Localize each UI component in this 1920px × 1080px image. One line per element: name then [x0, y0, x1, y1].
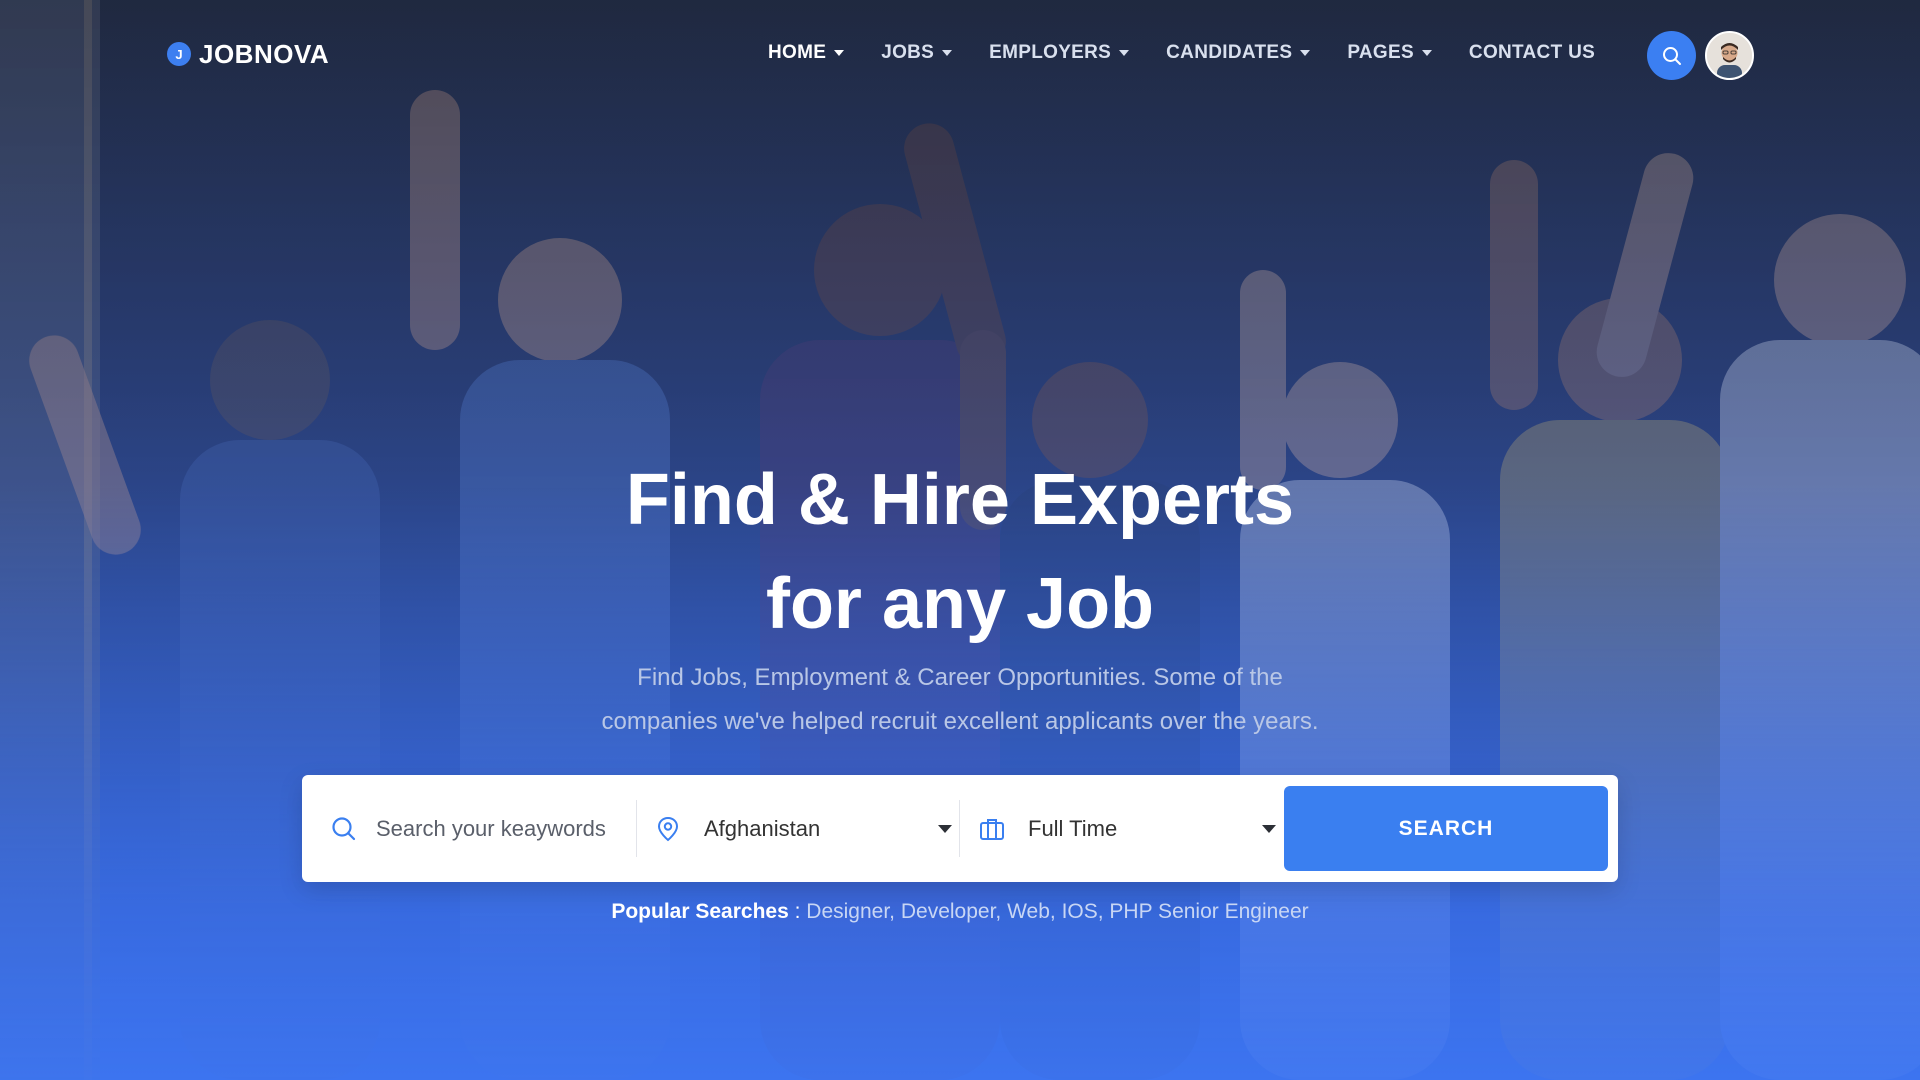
- user-avatar[interactable]: [1705, 31, 1754, 80]
- chevron-down-icon: [1300, 50, 1311, 56]
- nav-item-label: CONTACT US: [1468, 42, 1596, 63]
- popular-tag-developer[interactable]: Developer: [901, 900, 996, 923]
- nav-item-label: HOME: [768, 42, 827, 63]
- brand-logo[interactable]: J JOBNOVA: [167, 38, 329, 70]
- keyword-input[interactable]: [376, 815, 616, 842]
- hero-title-line: Find & Hire Experts: [625, 460, 1295, 540]
- avatar-image: [1707, 33, 1752, 78]
- map-pin-icon: [657, 816, 679, 841]
- search-icon: [1662, 46, 1681, 65]
- search-icon: [332, 816, 356, 840]
- location-value: Afghanistan: [704, 815, 821, 841]
- nav-item-pages[interactable]: PAGES: [1347, 42, 1432, 64]
- popular-tag-designer[interactable]: Designer: [806, 900, 889, 923]
- job-type-value: Full Time: [1028, 815, 1118, 841]
- main-nav: HOME JOBS EMPLOYERS CANDIDATES PAGES CON…: [768, 40, 1632, 66]
- popular-tag-php-senior-engineer[interactable]: PHP Senior Engineer: [1109, 900, 1308, 923]
- popular-searches: Popular Searches : Designer, Developer, …: [460, 900, 1460, 924]
- chevron-down-icon: [834, 50, 845, 56]
- nav-item-label: PAGES: [1347, 42, 1414, 63]
- nav-item-label: CANDIDATES: [1166, 42, 1293, 63]
- popular-tags: Designer, Developer, Web, IOS, PHP Senio…: [806, 900, 1309, 923]
- chevron-down-icon: [938, 824, 952, 833]
- chevron-down-icon: [1119, 50, 1130, 56]
- hero-subtitle-line: Find Jobs, Employment & Career Opportuni…: [637, 664, 1283, 691]
- top-navbar: J JOBNOVA HOME JOBS EMPLOYERS CANDIDATES…: [0, 0, 1920, 110]
- popular-searches-label: Popular Searches: [611, 900, 789, 923]
- nav-item-label: JOBS: [881, 42, 935, 63]
- chevron-down-icon: [1262, 824, 1276, 833]
- job-search-form: Afghanistan Full Time SEARCH: [302, 775, 1618, 882]
- hero-subtitle-line: companies we've helped recruit excellent…: [601, 708, 1319, 735]
- nav-item-label: EMPLOYERS: [989, 42, 1112, 63]
- popular-separator: :: [788, 900, 807, 923]
- popular-tag-ios[interactable]: IOS: [1062, 900, 1098, 923]
- search-button[interactable]: SEARCH: [1284, 786, 1608, 871]
- briefcase-icon: [980, 818, 1004, 840]
- chevron-down-icon: [1421, 50, 1432, 56]
- hero-title: Find & Hire Experts for any Job: [460, 448, 1460, 656]
- hero-subtitle: Find Jobs, Employment & Career Opportuni…: [510, 656, 1410, 744]
- location-select[interactable]: Afghanistan: [654, 775, 956, 882]
- field-divider: [959, 800, 960, 857]
- brand-name: JOBNOVA: [199, 38, 330, 69]
- nav-item-contact-us[interactable]: CONTACT US: [1469, 42, 1595, 64]
- nav-search-button[interactable]: [1647, 31, 1696, 80]
- popular-tag-web[interactable]: Web: [1007, 900, 1050, 923]
- nav-item-jobs[interactable]: JOBS: [881, 42, 953, 64]
- nav-item-employers[interactable]: EMPLOYERS: [989, 42, 1130, 64]
- field-divider: [636, 800, 637, 857]
- nav-item-candidates[interactable]: CANDIDATES: [1166, 42, 1311, 64]
- logo-badge-icon: J: [167, 42, 191, 66]
- chevron-down-icon: [942, 50, 953, 56]
- nav-item-home[interactable]: HOME: [768, 42, 845, 64]
- keyword-field[interactable]: [330, 775, 635, 882]
- job-type-select[interactable]: Full Time: [978, 775, 1280, 882]
- hero-title-line: for any Job: [765, 564, 1155, 644]
